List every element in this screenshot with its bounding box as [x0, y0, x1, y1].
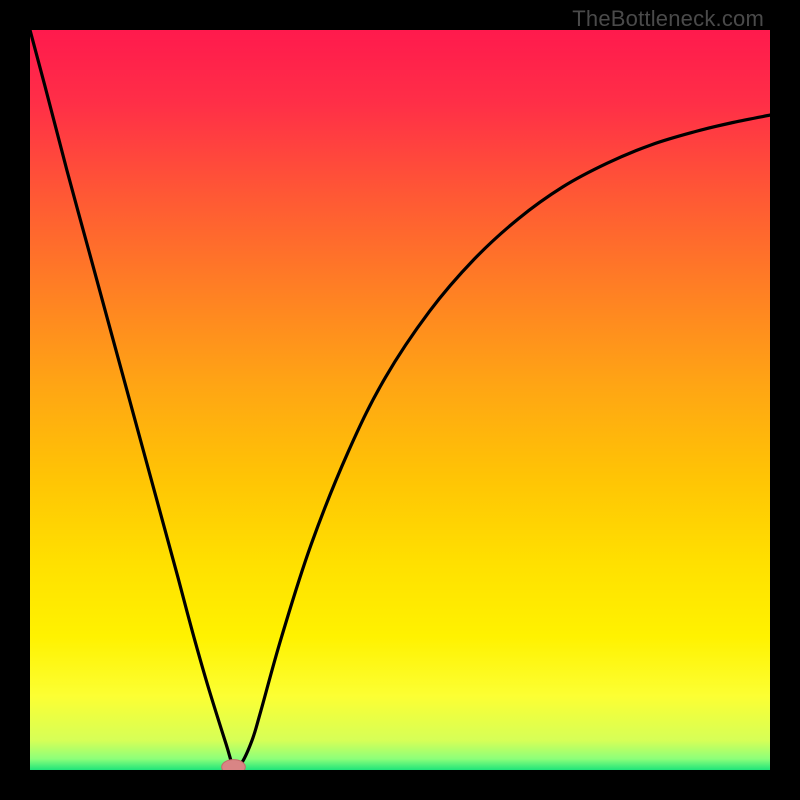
- curve-layer: [30, 30, 770, 770]
- optimal-marker: [222, 760, 246, 770]
- plot-area: [30, 30, 770, 770]
- bottleneck-curve: [30, 30, 770, 768]
- chart-frame: TheBottleneck.com: [0, 0, 800, 800]
- watermark-text: TheBottleneck.com: [572, 6, 764, 32]
